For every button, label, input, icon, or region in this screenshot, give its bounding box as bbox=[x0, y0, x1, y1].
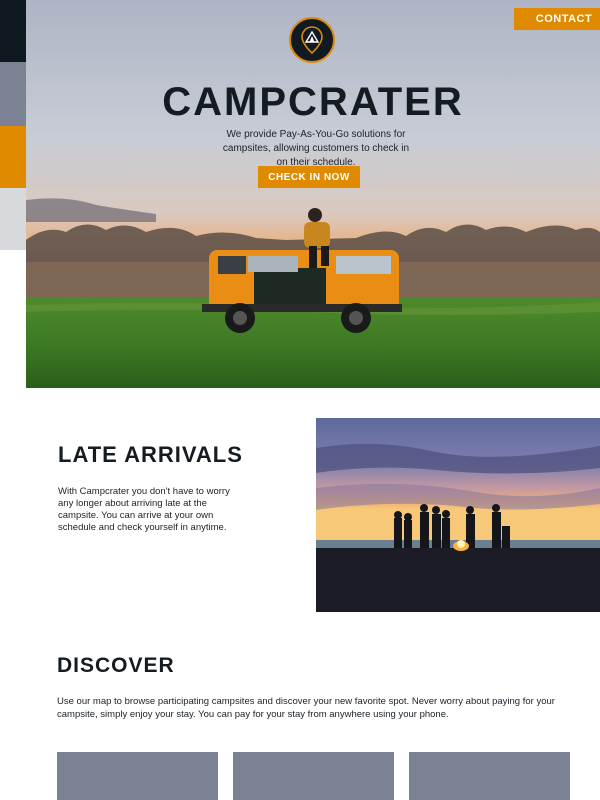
strip-light bbox=[0, 188, 26, 250]
discover-text: Use our map to browse participating camp… bbox=[57, 696, 555, 720]
hero-section: CONTACT CAMPCRATER We provide Pay-As-You… bbox=[26, 0, 600, 388]
strip-slate bbox=[0, 62, 26, 126]
discover-card[interactable] bbox=[409, 752, 570, 800]
campcrater-logo[interactable] bbox=[289, 17, 335, 63]
strip-dark bbox=[0, 0, 26, 62]
discover-card[interactable] bbox=[233, 752, 394, 800]
discover-title: DISCOVER bbox=[57, 654, 175, 677]
campfire-beach-photo bbox=[316, 418, 600, 612]
strip-orange bbox=[0, 126, 26, 188]
late-arrivals-text: With Campcrater you don't have to worry … bbox=[58, 486, 230, 533]
hero-subtitle: We provide Pay-As-You-Go solutions for c… bbox=[222, 129, 410, 168]
check-in-button[interactable]: CHECK IN NOW bbox=[258, 166, 360, 188]
campfire-photo-graphic bbox=[316, 418, 600, 612]
tent-pin-icon bbox=[301, 26, 323, 55]
contact-button[interactable]: CONTACT bbox=[514, 8, 600, 30]
late-arrivals-title: LATE ARRIVALS bbox=[58, 442, 243, 467]
discover-card[interactable] bbox=[57, 752, 218, 800]
hero-title: CAMPCRATER bbox=[162, 80, 464, 124]
